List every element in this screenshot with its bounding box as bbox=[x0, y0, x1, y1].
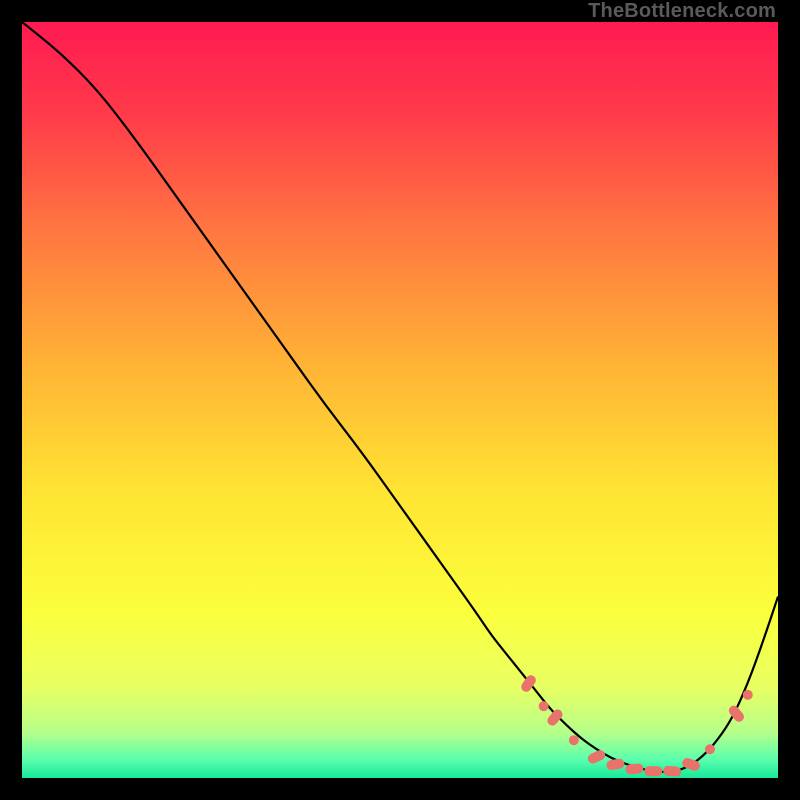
marker-dot bbox=[705, 744, 715, 754]
marker-dot bbox=[569, 735, 579, 745]
chart-frame bbox=[22, 22, 778, 778]
watermark-text: TheBottleneck.com bbox=[588, 0, 776, 23]
chart-plot bbox=[22, 22, 778, 778]
marker-dot bbox=[743, 690, 753, 700]
marker-dot bbox=[539, 701, 549, 711]
marker-pill bbox=[644, 766, 662, 776]
chart-background bbox=[22, 22, 778, 778]
